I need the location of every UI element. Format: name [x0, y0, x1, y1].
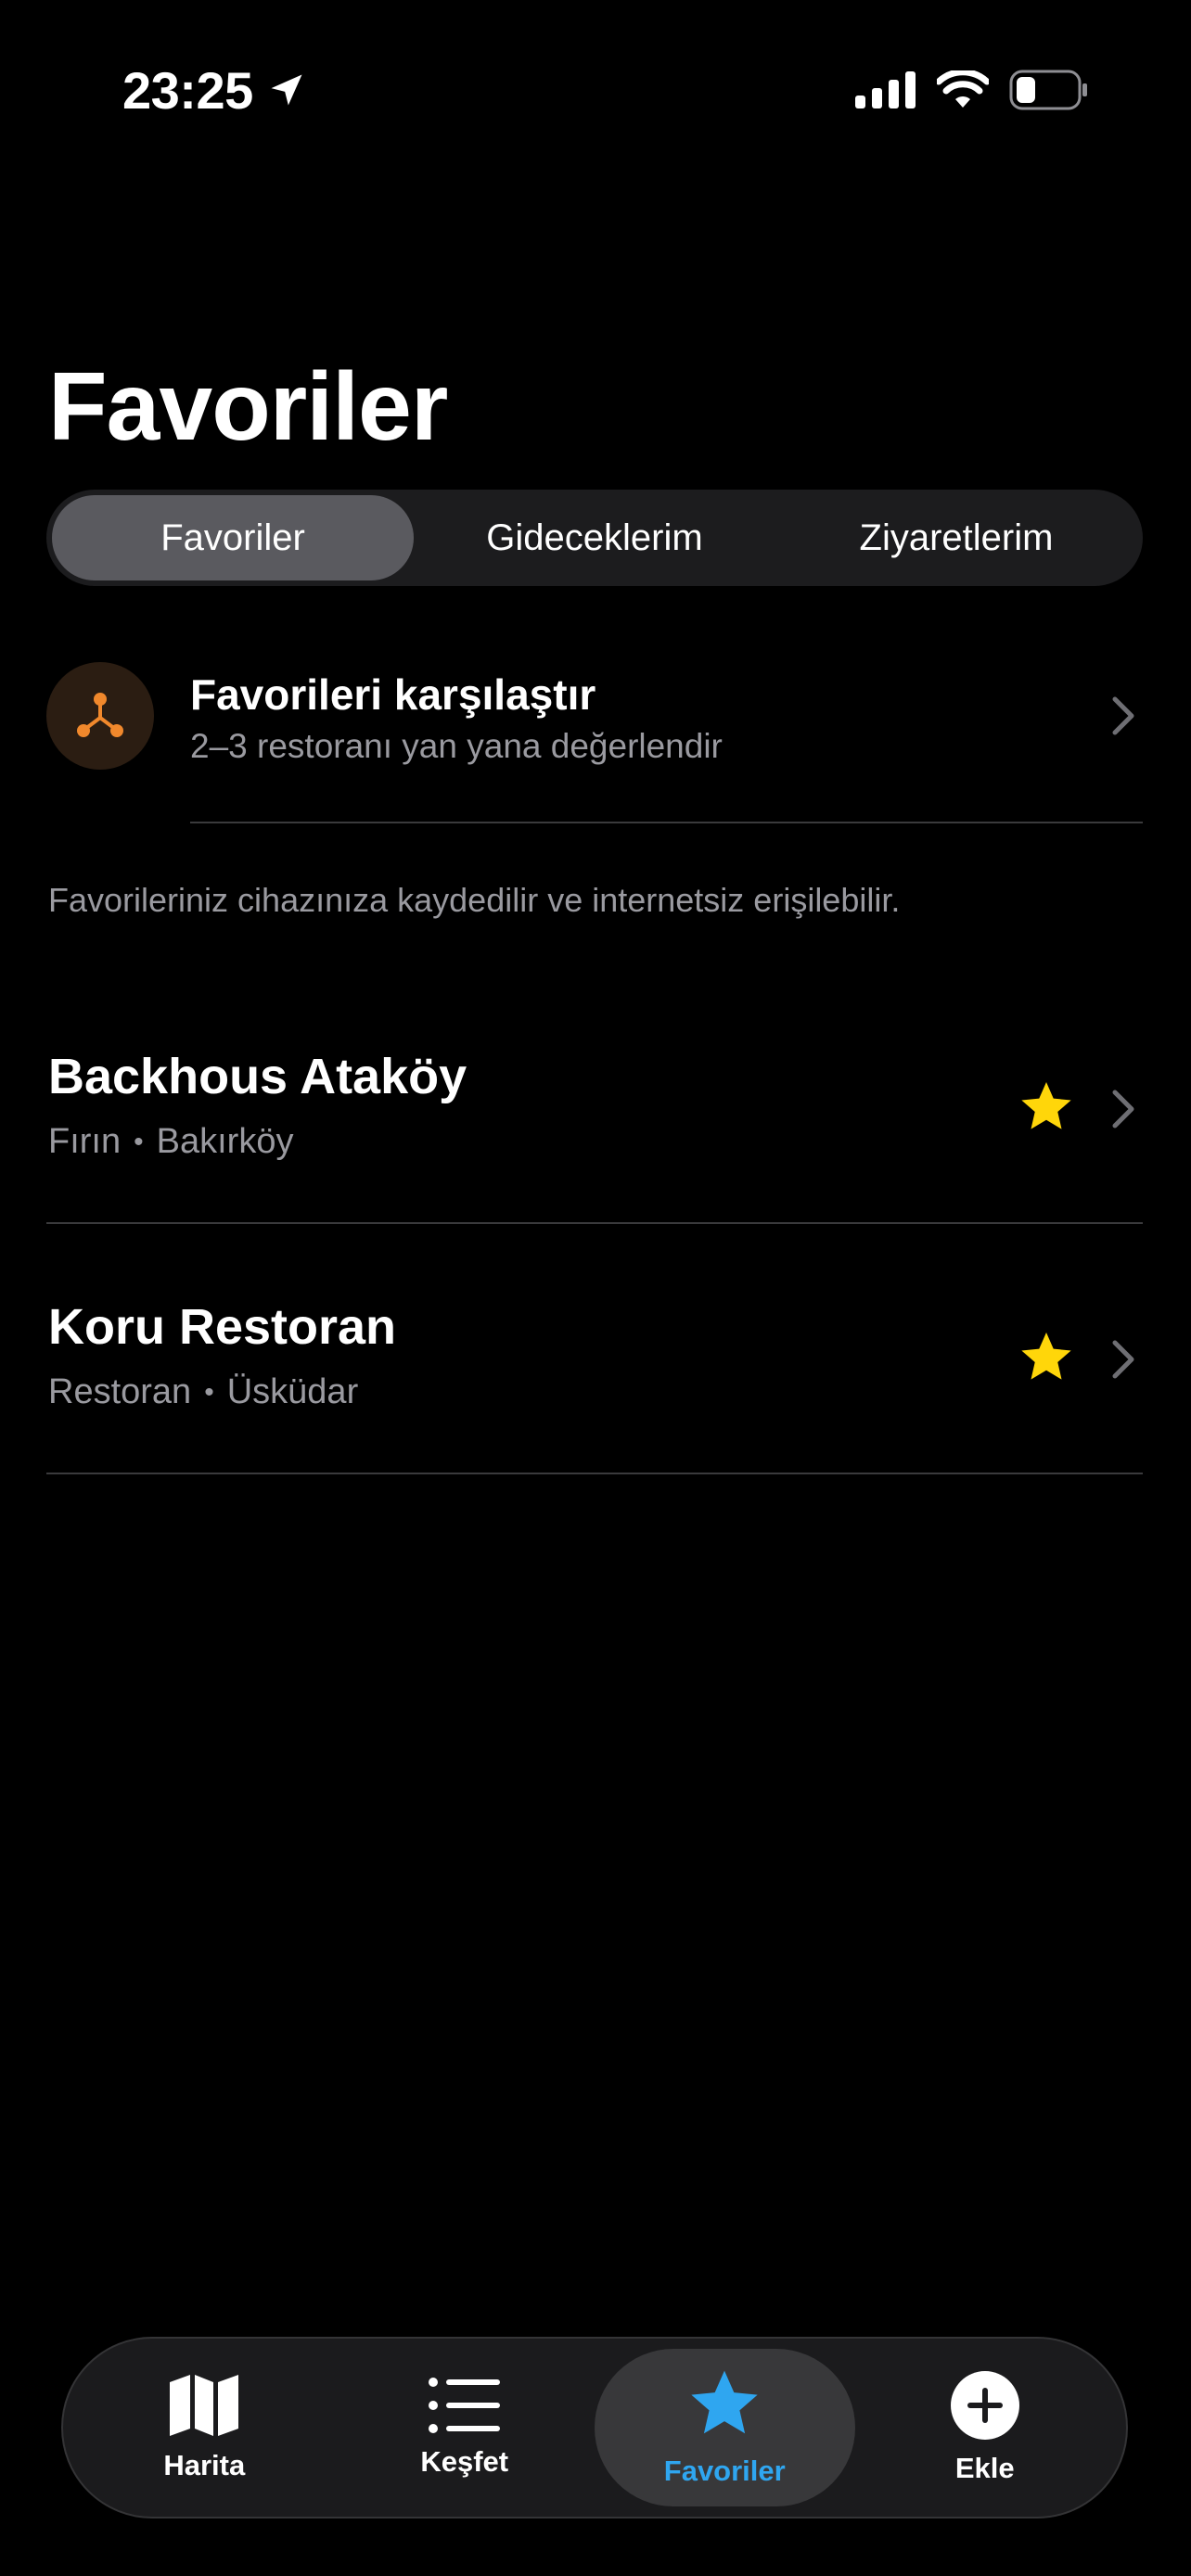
tab-label: Ekle: [954, 2452, 1015, 2484]
location-arrow-icon: [271, 74, 302, 106]
status-indicators: [855, 65, 1089, 115]
restaurant-name: Koru Restoran: [48, 1299, 397, 1355]
restaurant-category: Restoran: [48, 1372, 192, 1411]
restaurant-name: Backhous Ataköy: [48, 1049, 467, 1104]
tab-bar: Harita Keşfet Favoriler Ekle: [61, 2337, 1128, 2519]
status-time: 23:25: [122, 57, 307, 122]
compare-favorites-row[interactable]: Favorileri karşılaştır 2–3 restoranı yan…: [46, 660, 1143, 823]
segment-gideceklerim[interactable]: Gideceklerim: [414, 495, 775, 580]
cellular-signal-icon: [855, 71, 916, 108]
list-item[interactable]: Koru Restoran Restoran • Üsküdar: [46, 1298, 1143, 1549]
map-icon: [170, 2375, 239, 2436]
restaurant-district: Üsküdar: [226, 1372, 359, 1411]
restaurant-meta: Fırın • Bakırköy: [48, 1122, 293, 1162]
segmented-control: Favoriler Gideceklerim Ziyaretlerim: [46, 490, 1143, 586]
status-time-text: 23:25: [122, 60, 253, 120]
favorite-star-icon[interactable]: [1017, 1330, 1076, 1387]
segment-ziyaretlerim[interactable]: Ziyaretlerim: [775, 495, 1137, 580]
list-item[interactable]: Backhous Ataköy Fırın • Bakırköy: [46, 1048, 1143, 1298]
favorite-star-icon[interactable]: [1017, 1079, 1076, 1137]
divider: [46, 1473, 1143, 1474]
compare-icon-badge: [46, 662, 154, 770]
wifi-icon: [937, 70, 989, 108]
screen: 23:25 Favoriler Favoriler Gideceklerim Z…: [0, 0, 1191, 2576]
tab-harita[interactable]: Harita: [74, 2349, 335, 2506]
compare-subtitle: 2–3 restoranı yan yana değerlendir: [190, 727, 723, 765]
battery-icon: [1009, 70, 1087, 110]
network-nodes-icon: [77, 693, 123, 737]
chevron-right-icon: [1112, 1090, 1134, 1129]
tab-label: Harita: [163, 2449, 246, 2481]
chevron-right-icon: [1112, 696, 1134, 735]
tab-ekle[interactable]: Ekle: [855, 2349, 1116, 2506]
divider: [190, 822, 1143, 823]
restaurant-district: Bakırköy: [156, 1122, 294, 1161]
star-icon: [691, 2370, 758, 2434]
tab-kesfet[interactable]: Keşfet: [335, 2349, 596, 2506]
tab-favoriler[interactable]: Favoriler: [595, 2349, 855, 2506]
separator-dot: •: [204, 1376, 214, 1408]
tab-label: Keşfet: [420, 2445, 509, 2478]
restaurant-meta: Restoran • Üsküdar: [48, 1372, 358, 1412]
segment-favoriler[interactable]: Favoriler: [52, 495, 414, 580]
offline-info-text: Favorileriniz cihazınıza kaydedilir ve i…: [48, 881, 901, 919]
compare-title: Favorileri karşılaştır: [190, 670, 596, 719]
page-title: Favoriler: [48, 353, 448, 461]
restaurant-category: Fırın: [48, 1122, 122, 1161]
list-icon: [428, 2378, 500, 2433]
tab-label: Favoriler: [663, 2455, 786, 2487]
chevron-right-icon: [1112, 1340, 1134, 1379]
plus-circle-icon: [950, 2371, 1019, 2440]
divider: [46, 1222, 1143, 1224]
separator-dot: •: [134, 1126, 144, 1157]
